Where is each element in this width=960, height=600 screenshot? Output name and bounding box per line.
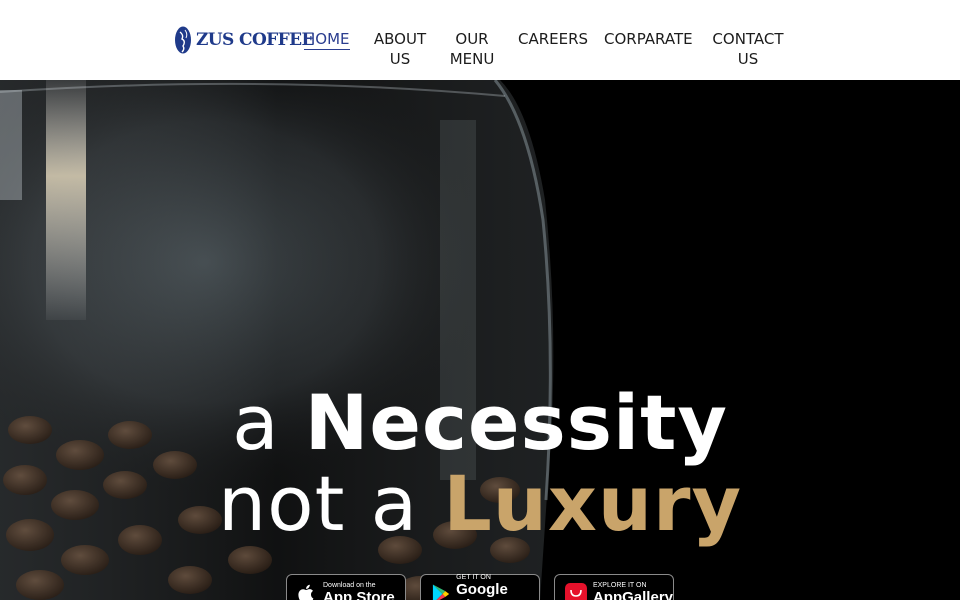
google-play-badge[interactable]: GET IT ON Google Play: [420, 574, 540, 600]
headline-luxury: Luxury: [443, 459, 743, 548]
nav-corparate-link[interactable]: CORPARATE: [604, 29, 693, 49]
main-menu: HOME ABOUT US OUR MENU CAREERS CORPARATE…: [0, 29, 960, 75]
app-store-badges: Download on the App Store GET IT ON Goog…: [0, 574, 960, 600]
nav-home-link[interactable]: HOME: [304, 29, 350, 50]
headline-not-a: not a: [217, 459, 444, 548]
google-play-badge-big: Google Play: [456, 581, 508, 600]
appgallery-badge-big: AppGallery: [592, 589, 673, 600]
hero-headline-line-1: a Necessity: [0, 383, 960, 463]
google-play-badge-text: GET IT ON Google Play: [456, 574, 539, 600]
headline-a: a: [232, 378, 305, 467]
nav-about-us-link[interactable]: ABOUT US: [373, 29, 427, 69]
hero-banner: a Necessity not a Luxury Download on the…: [0, 80, 960, 600]
nav-contact-us-link[interactable]: CONTACT US: [712, 29, 784, 69]
huawei-appgallery-icon: [565, 583, 587, 600]
app-store-badge-big: App Store: [323, 589, 395, 600]
app-store-badge-text: Download on the App Store: [323, 582, 395, 600]
app-store-badge[interactable]: Download on the App Store: [286, 574, 406, 600]
headline-necessity: Necessity: [304, 378, 728, 467]
nav-careers-link[interactable]: CAREERS: [518, 29, 588, 49]
appgallery-badge[interactable]: EXPLORE IT ON AppGallery: [554, 574, 674, 600]
appgallery-badge-text: EXPLORE IT ON AppGallery: [593, 582, 673, 600]
hero-headline-line-2: not a Luxury: [0, 464, 960, 544]
nav-our-menu-link[interactable]: OUR MENU: [448, 29, 496, 69]
google-play-icon: [432, 584, 450, 600]
top-navigation-bar: ZUS COFFEE HOME ABOUT US OUR MENU CAREER…: [0, 0, 960, 80]
apple-icon: [298, 584, 314, 600]
